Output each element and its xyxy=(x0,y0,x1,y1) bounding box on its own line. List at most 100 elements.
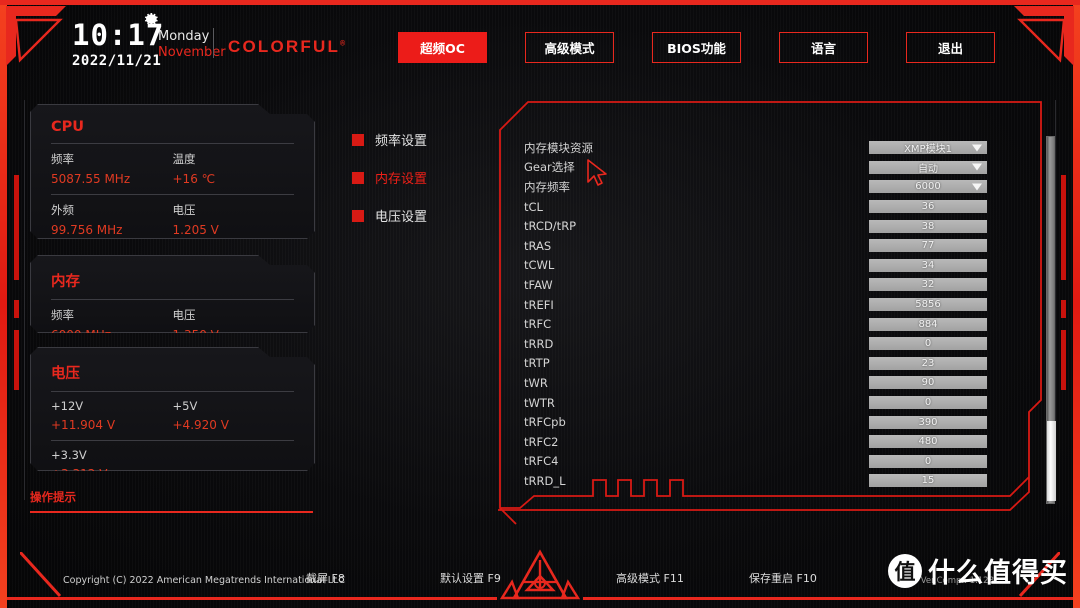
side-accent-right-1 xyxy=(1061,175,1066,280)
setting-row-tras[interactable]: tRAS 77 xyxy=(524,236,1022,256)
metric-cell: 电压 1.205 V xyxy=(173,202,295,245)
category-item-voltage[interactable]: 电压设置 xyxy=(352,206,427,225)
settings-scrollbar[interactable] xyxy=(1046,136,1056,504)
info-card-memory: 内存 频率 6000 MHz 电压 1.350 V xyxy=(30,255,315,333)
card-divider xyxy=(51,391,294,392)
setting-value: 0 xyxy=(924,338,932,350)
nav-button-advanced-mode[interactable]: 高级模式 xyxy=(525,32,621,69)
card-divider xyxy=(51,440,294,441)
setting-row-trfc[interactable]: tRFC 884 xyxy=(524,314,1022,334)
settings-list: 内存模块资源 XMP模块1 Gear选择 自动 内存频率 6000 tCL 36 xyxy=(524,138,1022,506)
setting-field[interactable]: 77 xyxy=(869,239,987,253)
side-accent-left-1 xyxy=(14,175,19,280)
setting-label: tWR xyxy=(524,375,548,390)
setting-field[interactable]: 884 xyxy=(869,317,987,331)
setting-row-tfaw[interactable]: tFAW 32 xyxy=(524,275,1022,295)
nav-label: 退出 xyxy=(937,41,963,56)
footer-key-save-restart[interactable]: 保存重启 F10 xyxy=(749,570,817,586)
metric-value: +4.920 V xyxy=(172,418,229,432)
metric-key: 温度 xyxy=(172,152,196,166)
setting-row-memory-module-resource[interactable]: 内存模块资源 XMP模块1 xyxy=(524,138,1022,158)
setting-field[interactable]: 390 xyxy=(869,415,987,429)
metric-key: +3.3V xyxy=(51,448,87,462)
metric-cell: +3.3V +3.312 V xyxy=(51,448,173,489)
setting-label: tRFC2 xyxy=(524,434,559,449)
card-title: CPU xyxy=(51,119,85,135)
setting-label: tFAW xyxy=(524,277,553,292)
setting-row-trefi[interactable]: tREFI 5856 xyxy=(524,295,1022,315)
card-title: 电压 xyxy=(51,366,80,382)
setting-field[interactable]: 0 xyxy=(869,454,987,468)
setting-label: tWTR xyxy=(524,395,555,410)
setting-field[interactable]: 0 xyxy=(869,337,987,351)
category-item-frequency[interactable]: 频率设置 xyxy=(352,130,427,149)
frame-edge-left xyxy=(0,0,7,608)
nav-button-language[interactable]: 语言 xyxy=(779,32,875,69)
setting-row-trfc4[interactable]: tRFC4 0 xyxy=(524,452,1022,472)
month-name: November xyxy=(158,45,226,61)
metric-value: 1.350 V xyxy=(172,328,219,342)
category-item-memory[interactable]: 内存设置 xyxy=(352,168,427,187)
setting-field[interactable]: 480 xyxy=(869,435,987,449)
setting-label: tRFC4 xyxy=(524,454,559,469)
setting-field[interactable]: 32 xyxy=(869,278,987,292)
metric-key: 电压 xyxy=(172,308,196,322)
footer-key-screenshot[interactable]: 截屏 F8 xyxy=(306,570,345,586)
setting-field[interactable]: 34 xyxy=(869,258,987,272)
nav-button-exit[interactable]: 退出 xyxy=(906,32,1002,69)
setting-label: tRAS xyxy=(524,238,552,253)
setting-row-twtr[interactable]: tWTR 0 xyxy=(524,393,1022,413)
setting-dropdown[interactable]: 6000 xyxy=(869,180,987,194)
setting-row-trtp[interactable]: tRTP 23 xyxy=(524,354,1022,374)
setting-value: 自动 xyxy=(918,163,938,175)
chevron-down-icon xyxy=(972,144,982,152)
setting-field[interactable]: 90 xyxy=(869,376,987,390)
scrollbar-thumb[interactable] xyxy=(1047,421,1056,501)
nav-label: BIOS功能 xyxy=(667,41,726,56)
metric-key: +12V xyxy=(51,399,84,413)
setting-field[interactable]: 5856 xyxy=(869,298,987,312)
setting-dropdown[interactable]: 自动 xyxy=(869,160,987,175)
setting-field[interactable]: 0 xyxy=(869,396,987,410)
setting-row-trrd[interactable]: tRRD 0 xyxy=(524,334,1022,354)
brand-mark: ® xyxy=(340,40,348,48)
nav-button-bios-features[interactable]: BIOS功能 xyxy=(652,32,748,69)
metric-value: +16 ℃ xyxy=(172,172,216,186)
card-row: +12V +11.904 V +5V +4.920 V xyxy=(51,399,294,440)
setting-row-trrd-l[interactable]: tRRD_L 15 xyxy=(524,471,1022,491)
setting-row-trcd-trp[interactable]: tRCD/tRP 38 xyxy=(524,216,1022,236)
frame-edge-right xyxy=(1073,0,1080,608)
setting-value: 0 xyxy=(924,397,932,409)
footer-key-advanced[interactable]: 高级模式 F11 xyxy=(616,570,684,586)
bullet-square-icon xyxy=(352,133,364,146)
setting-value: 5856 xyxy=(915,299,941,311)
chevron-down-icon xyxy=(972,183,982,191)
card-title: 内存 xyxy=(51,274,80,290)
setting-dropdown[interactable]: XMP模块1 xyxy=(869,141,987,155)
day-of-week: Monday xyxy=(158,29,210,44)
setting-label: tRRD xyxy=(524,336,554,351)
setting-label: tRRD_L xyxy=(524,473,566,488)
setting-label: tCL xyxy=(524,199,543,214)
setting-value: 480 xyxy=(918,436,938,448)
setting-row-tcl[interactable]: tCL 36 xyxy=(524,197,1022,217)
setting-row-twr[interactable]: tWR 90 xyxy=(524,373,1022,393)
metric-cell: +12V +11.904 V xyxy=(51,399,173,440)
setting-value: 38 xyxy=(921,220,935,232)
setting-field[interactable]: 23 xyxy=(869,356,987,370)
card-row: 外频 99.756 MHz 电压 1.205 V xyxy=(51,202,294,245)
setting-row-tcwl[interactable]: tCWL 34 xyxy=(524,256,1022,276)
setting-field[interactable]: 36 xyxy=(869,200,987,214)
setting-row-trfcpb[interactable]: tRFCpb 390 xyxy=(524,412,1022,432)
operation-hint-panel: 操作提示 xyxy=(30,489,313,513)
metric-cell: 频率 5087.55 MHz xyxy=(51,151,173,194)
setting-value: 23 xyxy=(921,357,935,369)
nav-button-overclock[interactable]: 超频OC xyxy=(398,32,494,69)
metric-key: +5V xyxy=(172,399,198,413)
setting-field[interactable]: 15 xyxy=(869,474,987,488)
metric-cell: 频率 6000 MHz xyxy=(51,307,173,350)
footer-key-defaults[interactable]: 默认设置 F9 xyxy=(440,570,501,586)
setting-row-trfc2[interactable]: tRFC2 480 xyxy=(524,432,1022,452)
setting-label: tRFC xyxy=(524,317,552,332)
setting-field[interactable]: 38 xyxy=(869,219,987,233)
